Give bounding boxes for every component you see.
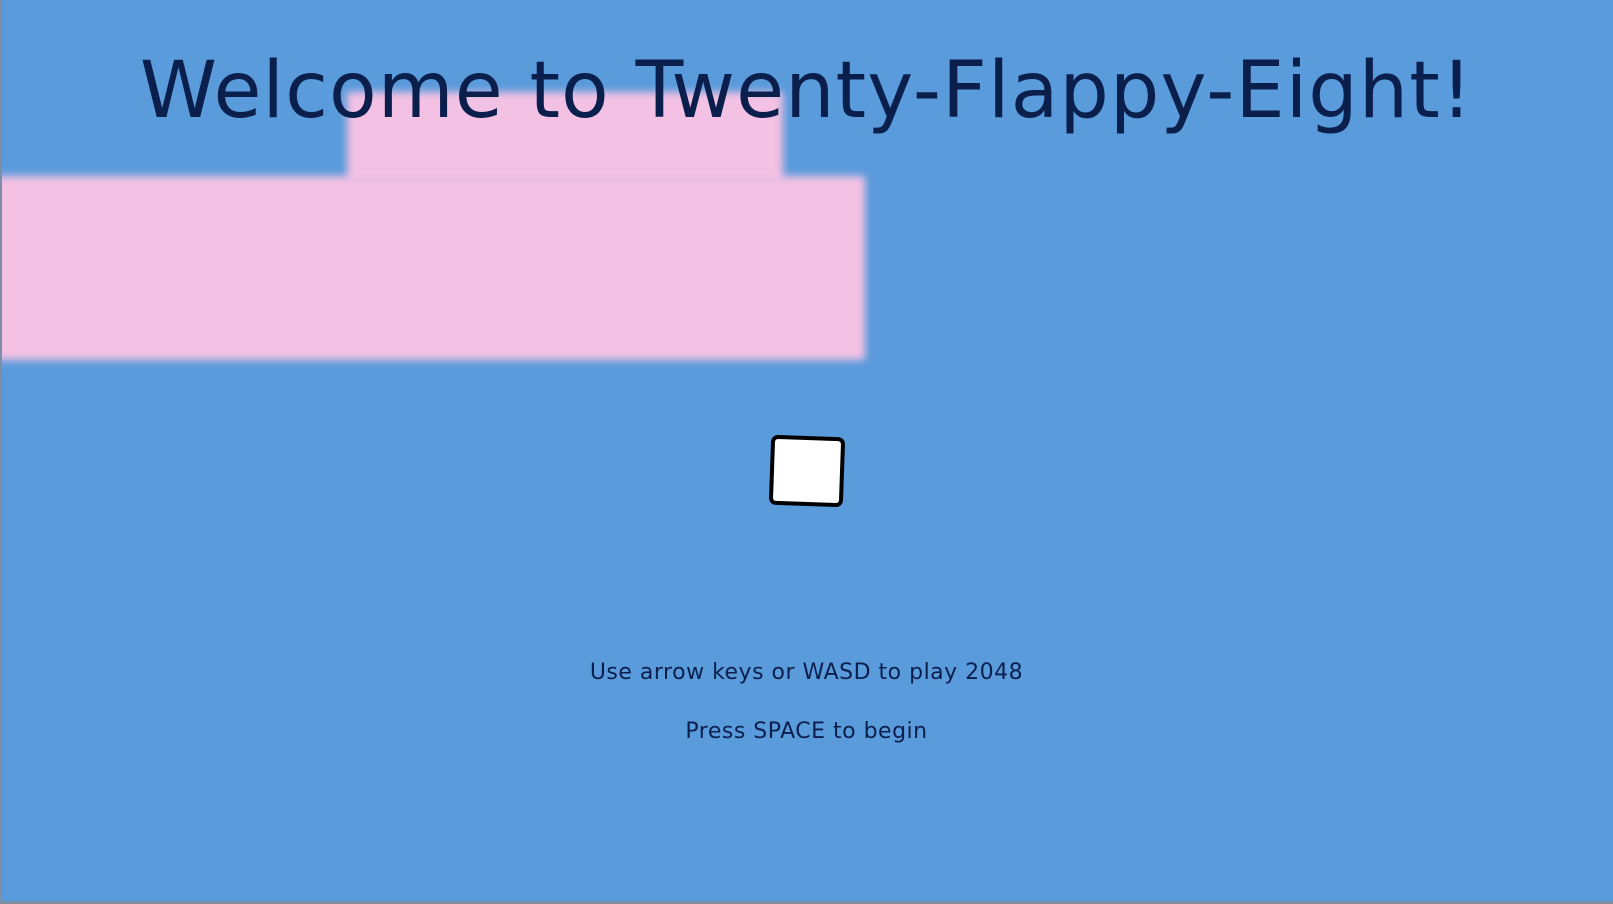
game-title: Welcome to Twenty-Flappy-Eight! xyxy=(139,46,1474,136)
start-instruction: Press SPACE to begin xyxy=(685,719,928,744)
controls-instruction: Use arrow keys or WASD to play 2048 xyxy=(589,660,1024,685)
pink-obstacle-lower xyxy=(0,176,865,360)
left-edge-border xyxy=(0,0,2,904)
game-canvas[interactable]: Welcome to Twenty-Flappy-Eight! Use arro… xyxy=(0,0,1613,904)
player-tile xyxy=(768,434,846,508)
